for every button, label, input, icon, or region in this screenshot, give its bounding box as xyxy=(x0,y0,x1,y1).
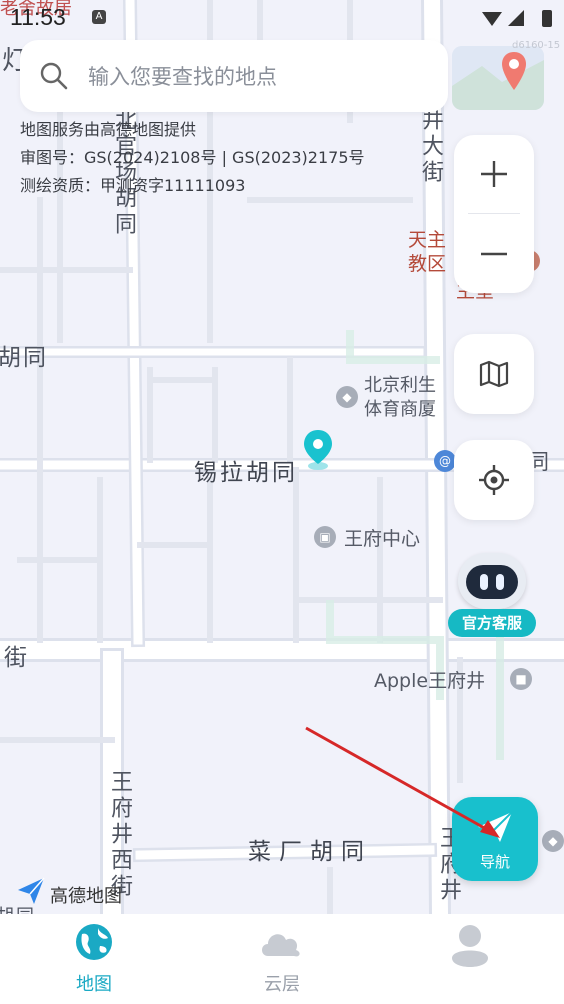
store-icon: ■ xyxy=(510,668,532,690)
send-icon xyxy=(478,811,513,842)
poi-icon: @ xyxy=(434,450,456,472)
search-bar[interactable] xyxy=(20,40,448,112)
map-label-caichang: 菜厂胡同 xyxy=(248,839,372,865)
map-label-left-edge: 街 xyxy=(4,645,29,671)
profile-icon xyxy=(452,925,488,967)
bottom-nav: 地图 云层 xyxy=(0,914,564,1004)
tab-label: 云层 xyxy=(264,974,300,995)
plus-icon xyxy=(481,161,507,187)
attribution-line: 审图号：GS(2024)2108号 | GS(2023)2175号 xyxy=(20,148,365,167)
map-label-church: 天主教区 xyxy=(408,229,447,275)
minus-icon xyxy=(481,252,507,256)
robot-icon xyxy=(458,553,526,609)
search-tag: d6160-15 xyxy=(512,40,561,51)
amap-logo-text: 高德地图 xyxy=(50,886,122,907)
map-pin-thumbnail[interactable] xyxy=(452,46,544,110)
location-pin-icon xyxy=(304,430,332,470)
map-attribution: 地图服务由高德地图提供 审图号：GS(2024)2108号 | GS(2023)… xyxy=(20,116,365,200)
signal-icon xyxy=(508,10,524,26)
customer-service-label: 官方客服 xyxy=(448,609,536,637)
map-pin-icon xyxy=(452,46,544,110)
customer-service-button[interactable]: 官方客服 xyxy=(448,553,540,637)
status-icons xyxy=(482,10,552,27)
locate-button[interactable] xyxy=(454,440,534,520)
status-time: 11:53 xyxy=(10,4,66,30)
tab-label: 地图 xyxy=(76,974,112,995)
map-label-road: 王府井西街 xyxy=(107,770,132,900)
amap-logo-icon xyxy=(18,877,45,904)
app-notification-icon: A xyxy=(92,10,106,24)
map-icon xyxy=(479,360,509,388)
attribution-line: 测绘资质：甲测资字11111093 xyxy=(20,176,246,195)
shop-icon: ◆ xyxy=(336,386,358,408)
search-input[interactable] xyxy=(86,56,440,98)
map-label-road: 井大街 xyxy=(418,108,443,186)
globe-icon xyxy=(76,924,112,960)
zoom-in-button[interactable] xyxy=(454,135,534,213)
tab-profile[interactable] xyxy=(376,914,564,1004)
app-root: 老舍故居 灯 胡同 街 北官场胡同 井大街 王府井西街 王府井 天主教区 主堂 … xyxy=(0,0,564,1004)
navigate-button[interactable]: 导航 xyxy=(452,797,538,881)
navigate-label: 导航 xyxy=(479,853,510,871)
tab-clouds[interactable]: 云层 xyxy=(188,914,376,1004)
crosshair-icon xyxy=(479,465,509,495)
layers-button[interactable] xyxy=(454,334,534,414)
wifi-icon xyxy=(482,12,502,26)
building-icon: ▣ xyxy=(314,526,336,548)
poi-icon: ◆ xyxy=(542,830,564,852)
divider xyxy=(468,213,520,214)
search-icon xyxy=(40,62,68,90)
map-label-xila-hutong: 锡拉胡同 xyxy=(194,460,298,486)
map-label-wangfu-center: 王府中心 xyxy=(344,528,421,550)
tab-map[interactable]: 地图 xyxy=(0,914,188,1004)
map-label-sports-mall: 北京利生体育商厦 xyxy=(364,375,436,420)
map-label-left-edge: 胡同 xyxy=(0,345,48,371)
status-bar: 11:53 A xyxy=(0,0,564,36)
cloud-icon xyxy=(262,934,300,957)
map-label-apple: Apple王府井 xyxy=(374,670,486,692)
zoom-out-button[interactable] xyxy=(454,215,534,293)
zoom-control xyxy=(454,135,534,293)
attribution-line: 地图服务由高德地图提供 xyxy=(20,120,197,139)
battery-icon xyxy=(542,10,552,27)
